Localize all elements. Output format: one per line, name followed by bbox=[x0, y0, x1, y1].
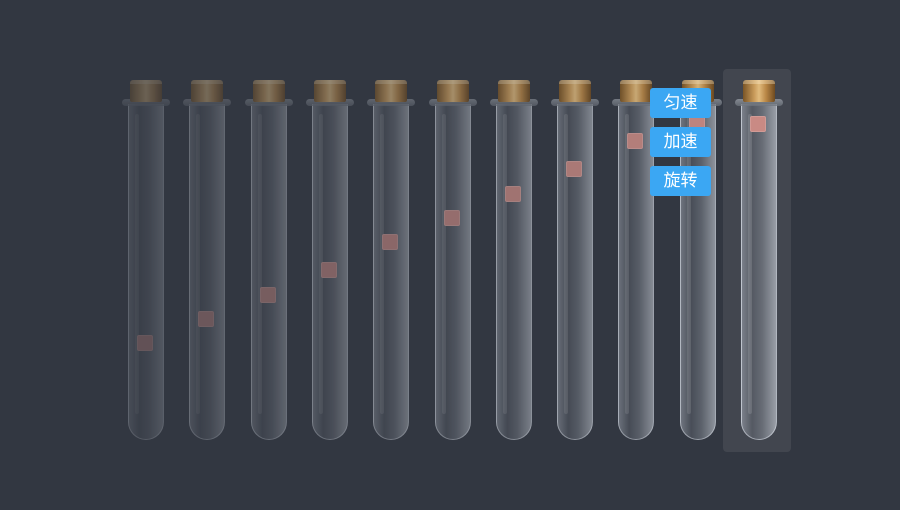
tube-glass bbox=[496, 104, 532, 440]
tube-glass bbox=[557, 104, 593, 440]
tube-glass bbox=[618, 104, 654, 440]
test-tube[interactable] bbox=[183, 80, 231, 442]
moving-block bbox=[382, 234, 398, 250]
test-tube[interactable] bbox=[490, 80, 538, 442]
tube-cork bbox=[130, 80, 162, 102]
tube-glass bbox=[741, 104, 777, 440]
tube-glass bbox=[435, 104, 471, 440]
tube-cork bbox=[253, 80, 285, 102]
tube-cork bbox=[191, 80, 223, 102]
accelerate-button[interactable]: 加速 bbox=[650, 127, 711, 157]
tube-glass bbox=[251, 104, 287, 440]
tube-cork bbox=[375, 80, 407, 102]
tube-cork bbox=[498, 80, 530, 102]
uniform-speed-button[interactable]: 匀速 bbox=[650, 88, 711, 118]
tube-cork bbox=[314, 80, 346, 102]
moving-block bbox=[505, 186, 521, 202]
test-tube[interactable] bbox=[122, 80, 170, 442]
moving-block bbox=[198, 311, 214, 327]
rotate-button[interactable]: 旋转 bbox=[650, 166, 711, 196]
tube-cork bbox=[559, 80, 591, 102]
tube-glass bbox=[189, 104, 225, 440]
test-tube[interactable] bbox=[429, 80, 477, 442]
moving-block bbox=[627, 133, 643, 149]
tube-glass bbox=[373, 104, 409, 440]
moving-block bbox=[566, 161, 582, 177]
test-tube[interactable] bbox=[306, 80, 354, 442]
test-tube[interactable] bbox=[551, 80, 599, 442]
moving-block bbox=[750, 116, 766, 132]
moving-block bbox=[137, 335, 153, 351]
tube-cork bbox=[620, 80, 652, 102]
tube-cork bbox=[437, 80, 469, 102]
test-tube[interactable] bbox=[367, 80, 415, 442]
tube-glass bbox=[128, 104, 164, 440]
tube-cork bbox=[743, 80, 775, 102]
animation-stage: 匀速 加速 旋转 bbox=[0, 0, 900, 510]
moving-block bbox=[321, 262, 337, 278]
moving-block bbox=[444, 210, 460, 226]
moving-block bbox=[260, 287, 276, 303]
test-tube[interactable] bbox=[735, 80, 783, 442]
test-tube[interactable] bbox=[245, 80, 293, 442]
animation-type-menu: 匀速 加速 旋转 bbox=[650, 88, 711, 205]
